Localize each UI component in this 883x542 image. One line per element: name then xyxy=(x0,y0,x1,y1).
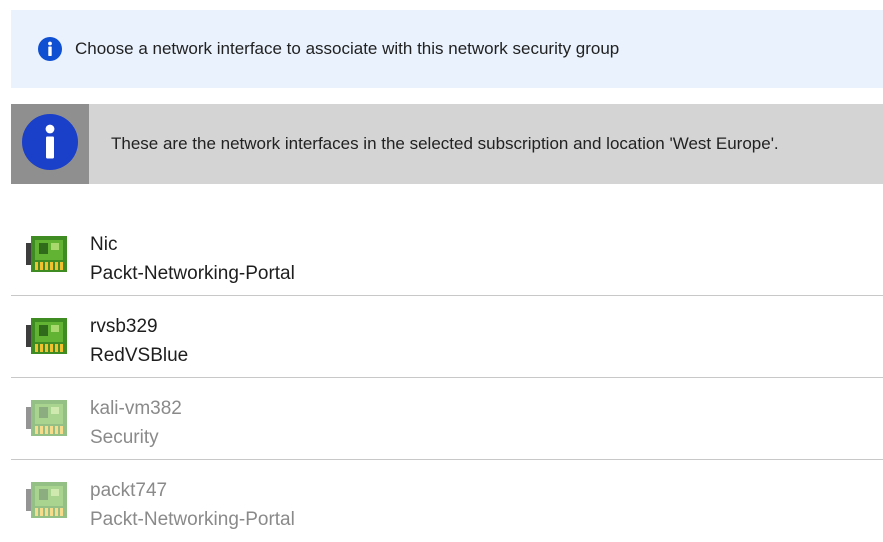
interface-name: Nic xyxy=(90,234,118,255)
interface-resource-group: Security xyxy=(90,427,159,448)
list-item[interactable]: rvsb329 RedVSBlue xyxy=(11,296,883,378)
info-icon xyxy=(37,36,63,62)
interface-resource-group: Packt-Networking-Portal xyxy=(90,509,295,530)
info-icon xyxy=(21,113,79,176)
location-notice: These are the network interfaces in the … xyxy=(11,104,883,184)
network-interface-icon xyxy=(26,316,72,356)
interface-resource-group: Packt-Networking-Portal xyxy=(90,263,295,284)
notice-text: These are the network interfaces in the … xyxy=(111,134,779,153)
network-interface-list: Nic Packt-Networking-Portal rvsb329 RedV… xyxy=(11,214,883,542)
interface-resource-group: RedVSBlue xyxy=(90,345,189,366)
banner-text: Choose a network interface to associate … xyxy=(75,39,620,58)
list-item[interactable]: kali-vm382 Security xyxy=(11,378,883,460)
interface-name: packt747 xyxy=(90,480,168,501)
interface-name: rvsb329 xyxy=(90,316,158,337)
list-item[interactable]: Nic Packt-Networking-Portal xyxy=(11,214,883,296)
network-interface-icon xyxy=(26,398,72,438)
info-banner: Choose a network interface to associate … xyxy=(11,10,883,88)
interface-name: kali-vm382 xyxy=(90,398,182,419)
list-item[interactable]: packt747 Packt-Networking-Portal xyxy=(11,460,883,542)
notice-icon-container xyxy=(11,104,89,184)
network-interface-icon xyxy=(26,234,72,274)
network-interface-icon xyxy=(26,480,72,520)
